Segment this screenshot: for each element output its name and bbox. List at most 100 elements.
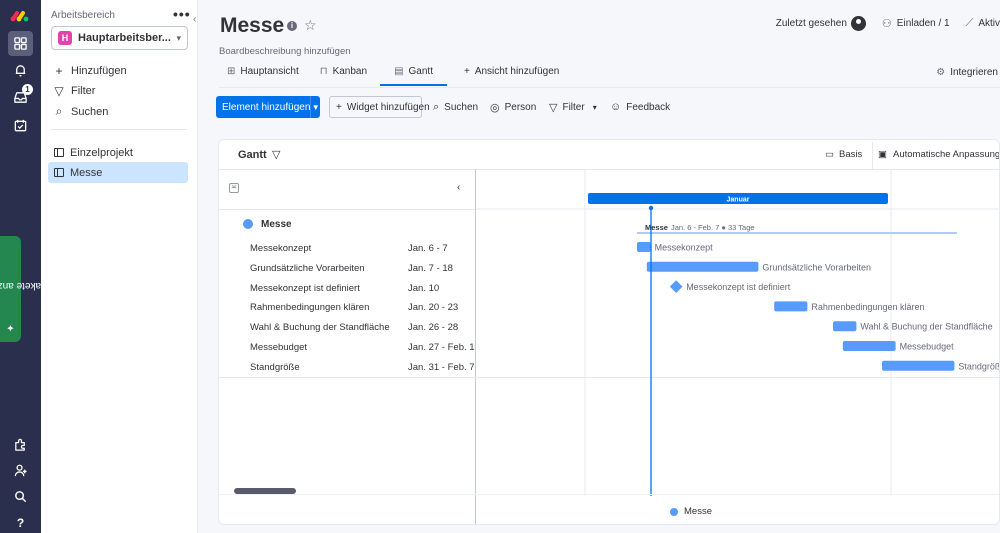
task-date: Jan. 20 - 23 bbox=[408, 302, 459, 313]
bell-icon[interactable] bbox=[8, 58, 33, 83]
activity-button[interactable]: Aktiv bbox=[978, 18, 1000, 29]
gantt-icon: ▤ bbox=[394, 66, 404, 77]
task-name[interactable]: Grundsätzliche Vorarbeiten bbox=[250, 263, 365, 274]
filter-icon: ▽ bbox=[54, 84, 64, 98]
add-widget-button[interactable]: + Widget hinzufügen bbox=[329, 96, 430, 118]
left-rail: 1 ✦ Pakete anzeigen ? bbox=[0, 0, 48, 533]
star-icon[interactable]: ☆ bbox=[304, 17, 317, 34]
task-bar-label: Rahmenbedingungen klären bbox=[811, 302, 924, 312]
group-summary-bar bbox=[637, 232, 957, 234]
add-element-label: Element hinzufügen bbox=[222, 101, 311, 113]
add-element-button[interactable]: Element hinzufügen ▼ bbox=[216, 96, 320, 118]
calendar-check-icon[interactable] bbox=[8, 113, 33, 138]
auto-fit-label: Automatische Anpassung bbox=[892, 149, 1000, 160]
collapse-all-icon[interactable]: ≍ bbox=[229, 183, 239, 193]
pakete-anzeigen-button[interactable]: ✦ Pakete anzeigen bbox=[0, 236, 48, 342]
workspace-heading: Arbeitsbereich bbox=[51, 10, 115, 21]
task-name[interactable]: Wahl & Buchung der Standfläche bbox=[250, 322, 390, 333]
gantt-title: Gantt bbox=[238, 149, 267, 161]
baseline-label: Basis bbox=[838, 149, 863, 160]
feedback-icon: ☺ bbox=[610, 101, 622, 113]
board-item-label: Einzelprojekt bbox=[70, 146, 133, 159]
chevron-down-icon[interactable]: ▾ bbox=[593, 103, 597, 112]
chevron-down-icon[interactable]: ▼ bbox=[310, 96, 320, 118]
board-item-einzelprojekt[interactable]: Einzelprojekt bbox=[48, 142, 188, 163]
board-icon bbox=[54, 148, 64, 157]
feedback-button[interactable]: ☺ Feedback bbox=[610, 101, 670, 113]
person-filter-button[interactable]: ◎ Person bbox=[490, 101, 536, 114]
tab-hauptansicht[interactable]: ⊞ Hauptansicht bbox=[219, 62, 307, 84]
person-icon: ◎ bbox=[490, 102, 500, 114]
baseline-icon: ▭ bbox=[825, 149, 834, 160]
chevron-left-icon[interactable]: ‹ bbox=[457, 182, 460, 193]
group-summary[interactable]: Messe Jan. 6 - Feb. 7 ● 33 Tage bbox=[637, 223, 957, 234]
auto-fit-button[interactable]: ▣ Automatische Anpassung bbox=[878, 149, 1000, 160]
tab-label: Ansicht hinzufügen bbox=[474, 66, 560, 77]
search-icon[interactable] bbox=[8, 484, 33, 509]
plus-icon: + bbox=[55, 64, 63, 78]
grid-icon[interactable] bbox=[8, 31, 33, 56]
task-name[interactable]: Messekonzept ist definiert bbox=[250, 283, 360, 294]
help-icon[interactable]: ? bbox=[8, 510, 33, 533]
divider bbox=[872, 142, 873, 169]
task-bar-label: Messekonzept bbox=[655, 243, 714, 253]
view-tabs: ⊞ Hauptansicht ⊓ Kanban ▤ Gantt + Ansich… bbox=[219, 62, 572, 86]
today-marker bbox=[648, 205, 654, 211]
task-bar[interactable] bbox=[842, 341, 896, 351]
more-icon[interactable]: ••• bbox=[173, 6, 191, 22]
task-name[interactable]: Messebudget bbox=[250, 342, 307, 353]
tab-label: Gantt bbox=[408, 66, 433, 77]
task-date: Jan. 26 - 28 bbox=[408, 322, 459, 333]
legend: Messe bbox=[670, 506, 712, 517]
group-color-dot bbox=[243, 219, 253, 229]
tab-gantt[interactable]: ▤ Gantt bbox=[380, 62, 447, 86]
invite-button[interactable]: Einladen / 1 bbox=[897, 18, 950, 29]
task-date: Jan. 7 - 18 bbox=[408, 263, 453, 274]
divider bbox=[219, 209, 475, 210]
month-label: Januar bbox=[727, 197, 750, 204]
person-add-icon[interactable] bbox=[8, 458, 33, 483]
chevron-down-icon: ▾ bbox=[176, 32, 181, 43]
search-button[interactable]: ⌕ Suchen bbox=[433, 101, 478, 114]
baseline-button[interactable]: ▭ Basis bbox=[825, 149, 862, 160]
filter-action[interactable]: ▽ Filter bbox=[53, 84, 95, 98]
puzzle-icon[interactable] bbox=[8, 432, 33, 457]
board-description[interactable]: Boardbeschreibung hinzufügen bbox=[219, 46, 351, 57]
search-action[interactable]: ⌕ Suchen bbox=[53, 104, 109, 119]
sparkle-icon: ✦ bbox=[6, 320, 15, 332]
board-item-messe[interactable]: Messe bbox=[48, 162, 188, 183]
filter-button[interactable]: ▽ Filter ▾ bbox=[549, 101, 597, 114]
add-action[interactable]: + Hinzufügen bbox=[53, 64, 126, 78]
task-bar[interactable] bbox=[833, 321, 857, 332]
task-bar[interactable] bbox=[637, 242, 651, 252]
task-date: Jan. 31 - Feb. 7 bbox=[408, 362, 475, 373]
task-name[interactable]: Standgröße bbox=[250, 362, 300, 373]
filter-icon[interactable]: ▽ bbox=[272, 148, 280, 161]
workspace-selector[interactable]: H Hauptarbeitsber... ▾ bbox=[51, 26, 188, 50]
task-name[interactable]: Messekonzept bbox=[250, 243, 311, 254]
last-seen-label[interactable]: Zuletzt gesehen bbox=[776, 18, 847, 29]
task-bar-label: Wahl & Buchung der Standfläche bbox=[860, 322, 992, 332]
task-bar[interactable] bbox=[882, 360, 955, 371]
milestone-diamond[interactable] bbox=[669, 280, 683, 293]
task-date: Jan. 6 - 7 bbox=[408, 243, 448, 254]
person-label: Person bbox=[504, 102, 537, 113]
integrate-button[interactable]: ⚙ Integrieren bbox=[936, 67, 998, 78]
tab-kanban[interactable]: ⊓ Kanban bbox=[312, 62, 375, 84]
plus-icon: + bbox=[463, 66, 470, 77]
kanban-icon: ⊓ bbox=[319, 66, 328, 77]
group-name[interactable]: Messe bbox=[261, 219, 292, 230]
search-label: Suchen bbox=[444, 102, 479, 113]
integrate-icon: ⚙ bbox=[936, 67, 946, 78]
monday-logo-icon[interactable] bbox=[10, 10, 30, 25]
integrate-label: Integrieren bbox=[950, 67, 998, 78]
avatar[interactable] bbox=[850, 16, 866, 31]
task-bar[interactable] bbox=[774, 301, 808, 312]
task-name[interactable]: Rahmenbedingungen klären bbox=[250, 302, 369, 313]
collapse-panel-icon[interactable]: ‹ bbox=[193, 14, 196, 25]
divider bbox=[51, 129, 187, 130]
tab-add-view[interactable]: + Ansicht hinzufügen bbox=[456, 62, 567, 84]
task-bar[interactable] bbox=[646, 261, 759, 272]
task-bar-label: Grundsätzliche Vorarbeiten bbox=[762, 262, 871, 272]
info-icon[interactable]: i bbox=[287, 21, 297, 31]
